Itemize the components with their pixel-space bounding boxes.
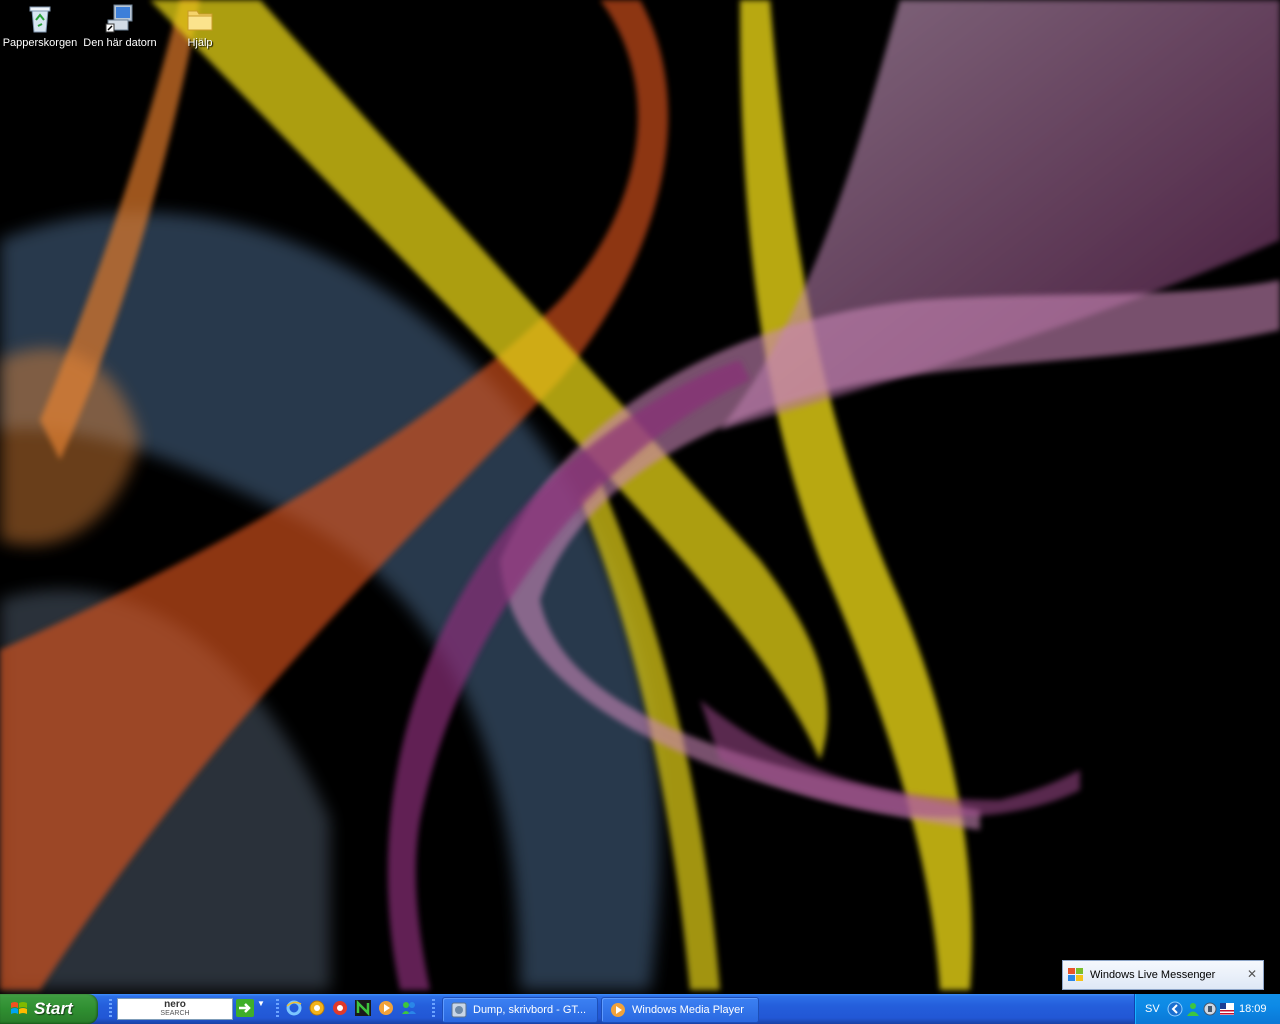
taskbar-item-label: Dump, skrivbord - GT... <box>473 1004 587 1016</box>
windows-logo-icon <box>1068 968 1083 981</box>
nero-search-caption: SEARCH <box>160 1010 190 1017</box>
language-indicator[interactable]: SV <box>1145 1003 1160 1015</box>
media-player-icon[interactable] <box>378 1000 394 1016</box>
network-icon[interactable] <box>1202 1001 1218 1017</box>
internet-explorer-icon[interactable] <box>286 1000 302 1016</box>
chevron-down-icon[interactable]: ▼ <box>257 999 265 1008</box>
recycle-bin-icon <box>29 6 51 33</box>
system-tray: SV 18:09 <box>1134 994 1280 1024</box>
nero-search-brand: nero <box>164 999 186 1010</box>
start-label: Start <box>34 999 73 1018</box>
desktop-icon-label: Hjälp <box>187 37 213 49</box>
taskbar-item-image-editor[interactable]: Dump, skrivbord - GT... <box>442 997 598 1023</box>
show-hidden-icons-chevron-icon[interactable] <box>1167 1001 1183 1017</box>
desktop-icon-label: Papperskorgen <box>2 37 78 49</box>
messenger-notification[interactable]: Windows Live Messenger ✕ <box>1062 960 1264 990</box>
toolbar-grip[interactable] <box>109 999 112 1019</box>
browser-icon[interactable] <box>309 1000 325 1016</box>
windows-logo-icon <box>11 1002 27 1014</box>
taskbar-item-label: Windows Media Player <box>632 1004 744 1016</box>
close-icon[interactable]: ✕ <box>1247 967 1257 981</box>
clock[interactable]: 18:09 <box>1239 1003 1267 1015</box>
mail-icon[interactable] <box>332 1000 348 1016</box>
media-player-icon <box>611 1003 625 1017</box>
go-arrow-icon[interactable] <box>236 999 254 1017</box>
desktop-icon-help-folder[interactable]: Hjälp <box>160 2 240 49</box>
n-app-icon[interactable] <box>355 1000 371 1016</box>
toolbar-grip[interactable] <box>276 999 279 1019</box>
my-computer-icon <box>105 4 133 33</box>
desktop-icon-recycle-bin[interactable]: Papperskorgen <box>0 2 80 49</box>
desktop-icon-label: Den här datorn <box>83 37 157 49</box>
toolbar-grip[interactable] <box>432 999 435 1019</box>
flag-icon[interactable] <box>1219 1001 1235 1017</box>
desktop-icon-my-computer[interactable]: Den här datorn <box>80 2 160 49</box>
image-editor-icon <box>451 1002 467 1018</box>
start-button[interactable]: Start <box>0 994 98 1024</box>
nero-search-box[interactable]: nero SEARCH <box>117 998 233 1020</box>
messenger-icon[interactable] <box>401 1000 417 1016</box>
messenger-status-icon[interactable] <box>1185 1001 1201 1017</box>
desktop[interactable]: Papperskorgen Den här datorn Hjälp Windo… <box>0 0 1280 994</box>
folder-icon <box>187 10 213 31</box>
notification-title: Windows Live Messenger <box>1090 969 1216 981</box>
taskbar-item-windows-media-player[interactable]: Windows Media Player <box>601 997 759 1023</box>
wallpaper <box>0 0 1280 991</box>
taskbar: Start nero SEARCH ▼ Dump, skrivbord - GT… <box>0 994 1280 1024</box>
